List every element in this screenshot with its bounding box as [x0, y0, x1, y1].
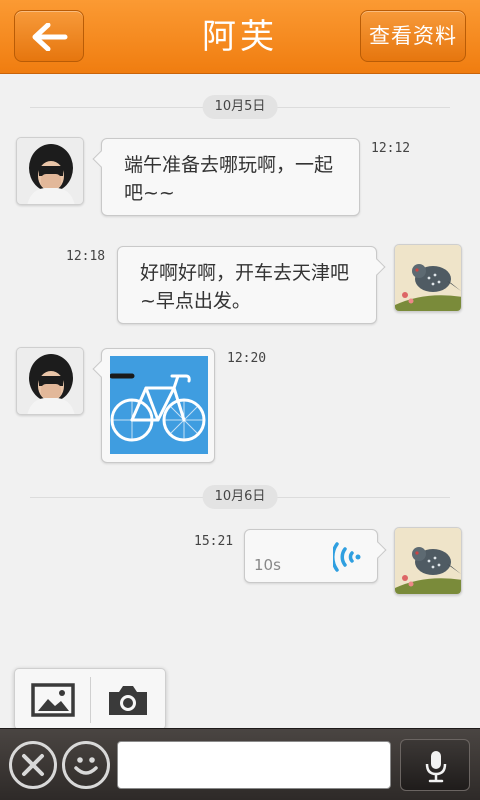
message-text: 好啊好啊，开车去天津吧~早点出发。: [140, 262, 350, 312]
bubble-tail: [369, 541, 387, 559]
message-text: 端午准备去哪玩啊，一起吧~~: [124, 154, 334, 204]
bicycle-image[interactable]: [109, 356, 208, 454]
self-avatar-image: [395, 245, 461, 311]
bubble-tail: [368, 258, 386, 276]
date-label: 10月6日: [202, 485, 278, 509]
view-profile-button[interactable]: 查看资料: [360, 10, 466, 62]
message-bubble[interactable]: 好啊好啊，开车去天津吧~早点出发。: [117, 246, 386, 324]
avatar-self[interactable]: [394, 527, 462, 595]
date-label: 10月5日: [202, 95, 278, 119]
smiley-icon: [74, 757, 98, 775]
chat-area[interactable]: 10月5日 端午准备去哪玩啊，一起吧~~ 12:12 12:18 好啊好啊，开车…: [0, 74, 480, 728]
message-time: 12:18: [66, 249, 106, 264]
close-icon: [22, 754, 44, 776]
emoji-button[interactable]: [62, 741, 110, 789]
date-separator: 10月6日: [30, 485, 450, 509]
bubble-tail: [92, 150, 110, 168]
date-separator: 10月5日: [30, 95, 450, 119]
image-message-bubble[interactable]: [92, 348, 215, 463]
camera-button[interactable]: [106, 682, 150, 718]
gallery-button[interactable]: [31, 683, 75, 717]
avatar-self[interactable]: [394, 244, 462, 312]
message-time: 12:20: [227, 351, 267, 366]
message-input[interactable]: [117, 741, 391, 789]
camera-icon: [109, 686, 147, 715]
avatar-contact[interactable]: [16, 347, 84, 415]
voice-message-bubble[interactable]: 10s: [244, 529, 387, 583]
divider: [90, 677, 91, 723]
top-bar: 阿芙 查看资料: [0, 0, 480, 74]
microphone-icon: [425, 751, 447, 783]
avatar-contact[interactable]: [16, 137, 84, 205]
voice-duration: 10s: [254, 556, 281, 574]
message-bubble[interactable]: 端午准备去哪玩啊，一起吧~~: [92, 138, 360, 216]
contact-avatar-image: [17, 348, 83, 414]
self-avatar-image: [395, 528, 461, 594]
attachment-menu: [14, 668, 166, 730]
voice-wave-icon: [333, 542, 361, 572]
message-time: 12:12: [371, 141, 411, 156]
contact-avatar-image: [17, 138, 83, 204]
bicycle-icon: [109, 356, 208, 454]
message-time: 15:21: [194, 534, 234, 549]
image-icon: [31, 683, 75, 717]
close-attachments-button[interactable]: [9, 741, 57, 789]
bubble-tail: [92, 360, 110, 378]
input-bar: [0, 728, 480, 800]
voice-input-button[interactable]: [400, 739, 470, 791]
